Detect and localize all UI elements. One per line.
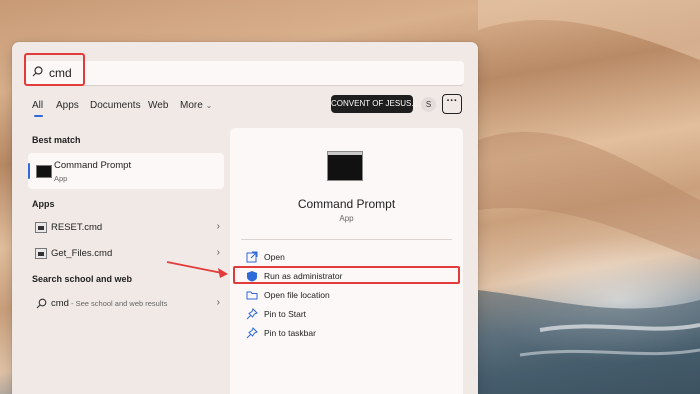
chevron-down-icon: ⌄: [205, 101, 213, 110]
action-open-file-location[interactable]: Open file location: [244, 288, 454, 304]
action-label: Open: [264, 252, 285, 262]
list-item-label: RESET.cmd: [51, 222, 103, 233]
pin-icon: [246, 308, 258, 320]
chevron-right-icon: ›: [216, 297, 220, 308]
best-match-heading: Best match: [32, 135, 81, 145]
web-hint: - See school and web results: [68, 299, 168, 308]
chevron-right-icon: ›: [216, 247, 220, 258]
org-badge[interactable]: CONVENT OF JESUS...: [331, 95, 418, 113]
selection-indicator: [28, 163, 30, 179]
list-item-get-files-cmd[interactable]: Get_Files.cmd ›: [32, 245, 222, 263]
apps-heading: Apps: [32, 199, 55, 209]
more-options-button[interactable]: ···: [442, 94, 462, 114]
action-label: Pin to taskbar: [264, 328, 316, 338]
detail-subtitle: App: [339, 214, 354, 223]
tab-more[interactable]: More ⌄: [180, 100, 212, 111]
tab-documents[interactable]: Documents: [90, 100, 141, 111]
best-match-title: Command Prompt: [54, 160, 132, 171]
detail-pane: Command Prompt App Open Run as administr…: [230, 128, 463, 394]
action-open[interactable]: Open: [244, 250, 454, 266]
tab-more-label: More: [180, 100, 203, 111]
best-match-subtitle: App: [54, 174, 68, 183]
command-prompt-icon: [36, 165, 52, 178]
tab-web[interactable]: Web: [148, 100, 168, 111]
list-item-label: Get_Files.cmd: [51, 248, 113, 259]
search-input[interactable]: cmd: [24, 61, 464, 86]
run-as-admin-highlight-annotation: [233, 266, 460, 284]
detail-title: Command Prompt: [297, 197, 396, 211]
action-pin-to-start[interactable]: Pin to Start: [244, 307, 454, 323]
web-query: cmd: [51, 298, 69, 309]
tab-active-indicator: [34, 115, 43, 117]
divider: [241, 239, 452, 240]
search-highlight-annotation: [24, 53, 85, 86]
action-label: Open file location: [264, 290, 330, 300]
pin-icon: [246, 327, 258, 339]
command-prompt-icon: [327, 151, 363, 181]
folder-icon: [246, 291, 258, 300]
web-search-item[interactable]: cmd - See school and web results ›: [32, 295, 222, 313]
search-icon: [36, 298, 47, 309]
action-pin-to-taskbar[interactable]: Pin to taskbar: [244, 326, 454, 342]
chevron-right-icon: ›: [216, 221, 220, 232]
cmd-file-icon: [35, 248, 47, 259]
cmd-file-icon: [35, 222, 47, 233]
avatar[interactable]: S: [421, 97, 436, 112]
open-icon: [246, 251, 258, 263]
tab-apps[interactable]: Apps: [56, 100, 79, 111]
best-match-item[interactable]: Command Prompt App: [28, 153, 224, 189]
start-search-panel: cmd All Apps Documents Web More ⌄ CONVEN…: [12, 42, 478, 394]
web-heading: Search school and web: [32, 274, 133, 284]
action-label: Pin to Start: [264, 309, 307, 319]
tab-all[interactable]: All: [32, 100, 43, 111]
list-item-reset-cmd[interactable]: RESET.cmd ›: [32, 219, 222, 237]
